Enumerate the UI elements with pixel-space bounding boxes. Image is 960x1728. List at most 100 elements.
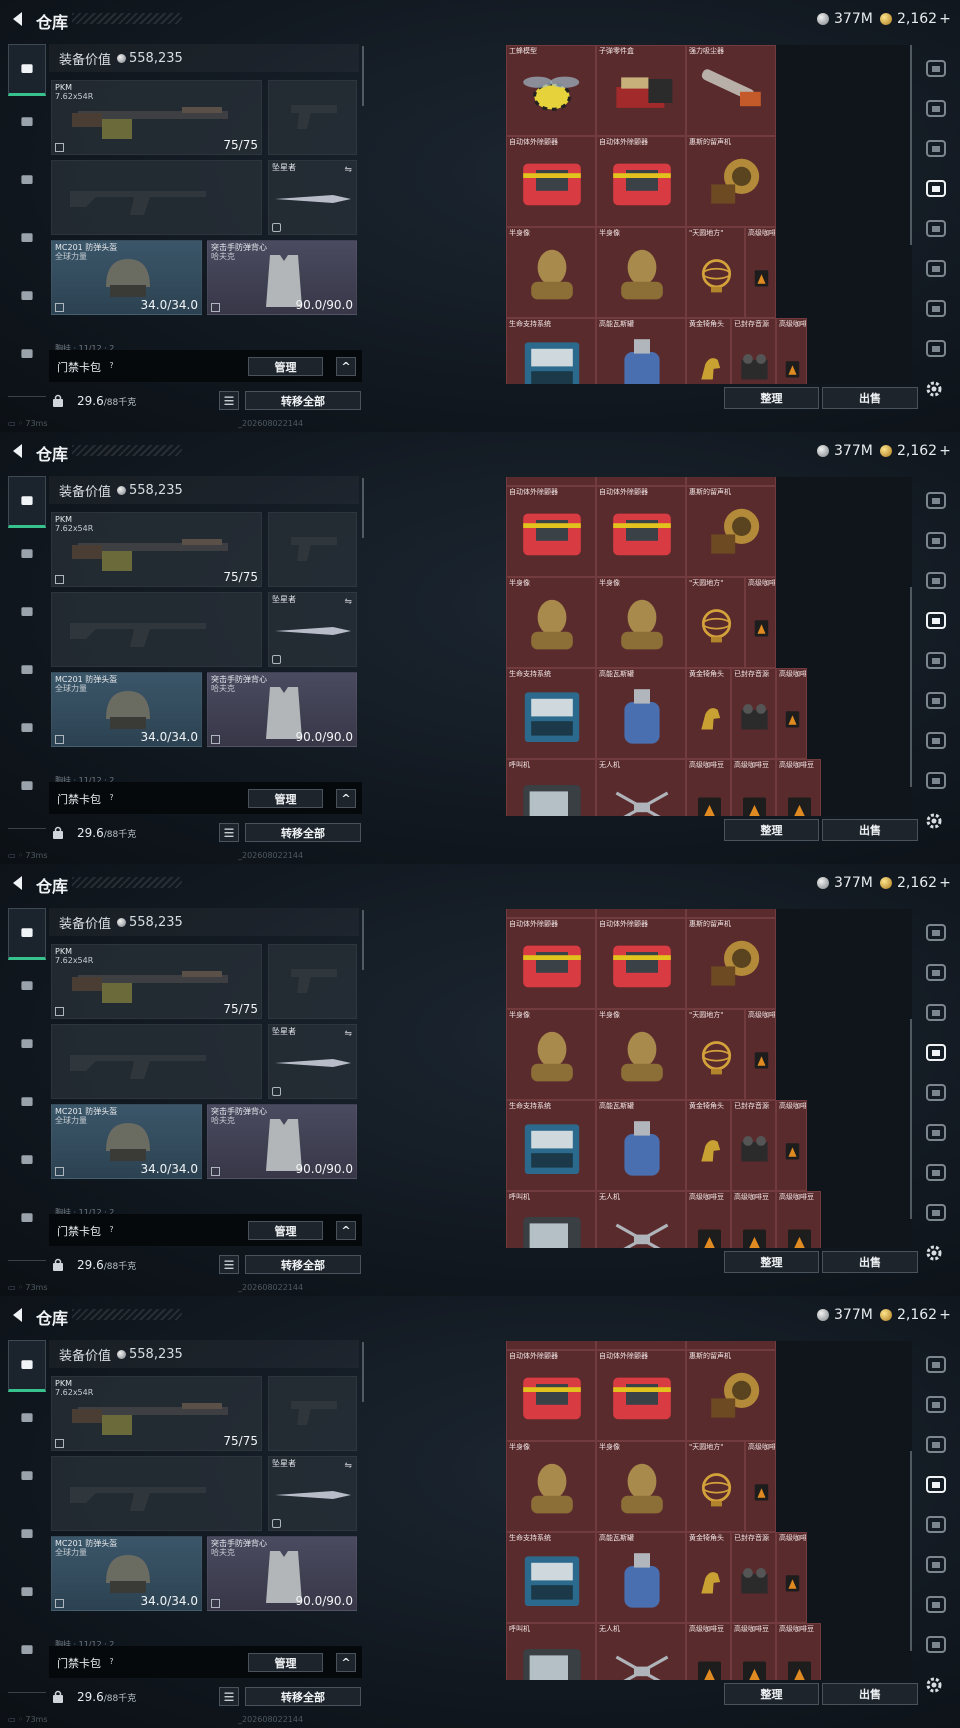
stash-item[interactable]: 自动体外除颤器 [506,136,596,227]
tv-icon[interactable] [924,1434,948,1456]
swap-icon[interactable]: ⇋ [344,165,352,175]
tv-icon[interactable] [924,770,948,792]
shelf-icon[interactable] [924,58,948,80]
manage-button[interactable]: 管理 [248,357,323,376]
stash-item[interactable]: 高级咖啡豆 [745,1009,776,1100]
stash-scrollbar[interactable] [910,1019,912,1219]
tv-icon[interactable] [924,530,948,552]
silver-balance[interactable]: 377M [817,874,873,892]
sell-button[interactable]: 出售 [822,1683,918,1705]
tv-icon[interactable] [924,1514,948,1536]
stash-item[interactable]: 生命支持系统 [506,1532,596,1623]
stash-item[interactable]: 黄金犄角头 [686,1100,731,1191]
armor-slot[interactable]: 突击手防弹背心 哈夫克 90.0/90.0 [207,1536,357,1611]
clipboard-icon[interactable] [8,702,46,754]
tv-icon[interactable] [924,218,948,240]
melee-slot[interactable]: 坠星者 ⇋ [268,592,357,667]
collapse-button[interactable]: ^ [336,789,356,808]
melee-slot[interactable]: 坠星者 ⇋ [268,1024,357,1099]
vest-icon[interactable] [8,1450,46,1502]
backpack-icon[interactable] [8,1508,46,1560]
loadout-scrollbar[interactable] [362,910,364,970]
stash-item[interactable]: 自动体外除颤器 [596,486,686,577]
tv-icon[interactable] [924,1082,948,1104]
stash-item[interactable]: 呼叫机 [506,1191,596,1248]
collapse-button[interactable]: ^ [336,1653,356,1672]
sort-button[interactable]: 整理 [724,819,819,841]
stash-item[interactable]: 自动体外除颤器 [596,1350,686,1441]
stash-item[interactable]: 惠斯的留声机 [686,1350,776,1441]
helmet-slot[interactable]: MC201 防弹头盔 全球力量 34.0/34.0 [51,672,202,747]
manage-button[interactable]: 管理 [248,1221,323,1240]
stash-item[interactable]: 高能瓦斯罐 [596,1532,686,1623]
transfer-all-button[interactable]: 转移全部 [245,391,361,410]
sell-button[interactable]: 出售 [822,387,918,409]
stash-item[interactable]: 呼叫机 [506,759,596,816]
manage-button[interactable]: 管理 [248,1653,323,1672]
stash-item[interactable]: 子弹零件盒 [596,1341,686,1350]
helmet-slot[interactable]: MC201 防弹头盔 全球力量 34.0/34.0 [51,240,202,315]
melee-slot[interactable]: 坠星者 ⇋ [268,1456,357,1531]
stash-item[interactable]: 黄金犄角头 [686,318,731,384]
help-icon[interactable]: ? [105,1655,118,1668]
stash-item[interactable]: 高级咖啡豆 [745,1441,776,1532]
stash-item[interactable]: "天圆地方" [686,1441,745,1532]
tv-icon[interactable] [924,1634,948,1656]
stash-item[interactable]: 高级咖啡豆 [776,1532,807,1623]
gold-balance[interactable]: 2,162 + [880,442,951,460]
loadout-scrollbar[interactable] [362,478,364,538]
help-icon[interactable]: ? [105,791,118,804]
back-arrow-icon[interactable] [8,441,28,461]
stash-item[interactable]: 高能瓦斯罐 [596,668,686,759]
settings-icon[interactable] [925,1676,943,1694]
stash-item[interactable]: 高级咖啡豆 [731,1623,776,1680]
silver-balance[interactable]: 377M [817,10,873,28]
tv-icon[interactable] [924,1594,948,1616]
sell-button[interactable]: 出售 [822,1251,918,1273]
stash-item[interactable]: 惠斯的留声机 [686,136,776,227]
primary-weapon-slot[interactable]: PKM 7.62x54R 75/75 [51,1376,262,1451]
briefcase-icon[interactable] [8,1624,46,1676]
pistol-slot[interactable] [268,80,357,155]
settings-icon[interactable] [925,380,943,398]
stash-item[interactable]: "天圆地方" [686,1009,745,1100]
stash-item[interactable]: 强力吸尘器 [686,477,776,486]
shelf-icon[interactable] [924,922,948,944]
stash-item[interactable]: 强力吸尘器 [686,45,776,136]
stash-item[interactable]: 高级咖啡豆 [745,577,776,668]
stash-item[interactable]: 已封存音源 [731,1100,776,1191]
stash-item[interactable]: 无人机 [596,1191,686,1248]
stash-item[interactable]: 高级咖啡豆 [686,1623,731,1680]
pistol-icon[interactable] [8,908,46,960]
stash-item[interactable]: 强力吸尘器 [686,1341,776,1350]
stash-scrollbar[interactable] [910,587,912,787]
stash-item[interactable]: 高能瓦斯罐 [596,1100,686,1191]
stash-item[interactable]: 半身像 [506,1441,596,1532]
clipboard-icon[interactable] [8,1566,46,1618]
stash-item[interactable]: 惠斯的留声机 [686,918,776,1009]
transfer-all-button[interactable]: 转移全部 [245,823,361,842]
stash-item[interactable]: 半身像 [506,1009,596,1100]
stash-item[interactable]: 子弹零件盒 [596,477,686,486]
primary-weapon-slot[interactable]: PKM 7.62x54R 75/75 [51,512,262,587]
stash-item[interactable]: 高级咖啡豆 [745,227,776,318]
settings-icon[interactable] [925,812,943,830]
stash-item[interactable]: 高级咖啡豆 [776,1191,821,1248]
transfer-all-button[interactable]: 转移全部 [245,1255,361,1274]
stash-item[interactable]: 高级咖啡豆 [776,1623,821,1680]
tv-icon[interactable] [924,258,948,280]
tv-icon[interactable] [924,962,948,984]
tv-icon[interactable] [924,1394,948,1416]
vest-icon[interactable] [8,1018,46,1070]
list-view-button[interactable] [219,1687,239,1706]
briefcase-icon[interactable] [8,1192,46,1244]
tv-icon[interactable] [924,338,948,360]
vest-icon[interactable] [8,154,46,206]
helmet-slot[interactable]: MC201 防弹头盔 全球力量 34.0/34.0 [51,1104,202,1179]
stash-item[interactable]: 半身像 [506,227,596,318]
gold-balance[interactable]: 2,162 + [880,10,951,28]
loadout-scrollbar[interactable] [362,46,364,106]
tv-icon[interactable] [924,1122,948,1144]
primary-weapon-slot[interactable]: PKM 7.62x54R 75/75 [51,944,262,1019]
backpack-icon[interactable] [8,1076,46,1128]
